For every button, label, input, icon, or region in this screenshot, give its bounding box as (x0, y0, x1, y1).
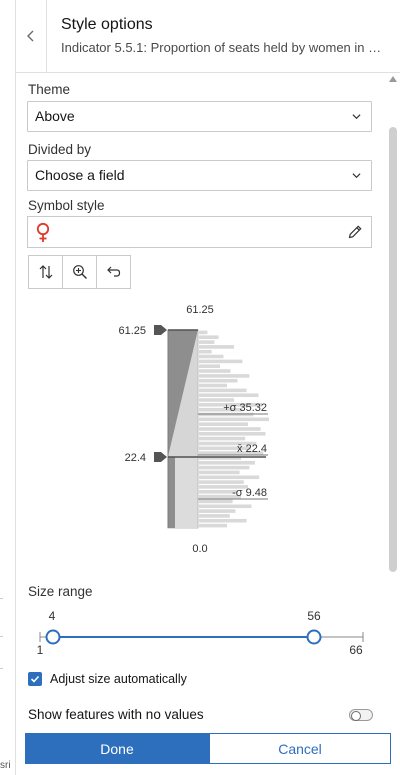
panel-title: Style options (61, 16, 153, 33)
pencil-icon[interactable] (347, 224, 363, 240)
histogram-bar (199, 393, 259, 397)
histogram-bar (199, 436, 246, 441)
histogram-bar (199, 335, 219, 339)
divider (0, 636, 3, 637)
chevron-down-icon (352, 173, 361, 179)
histogram-bar (199, 427, 261, 431)
histogram-bar (199, 383, 227, 388)
histogram-bar (199, 364, 220, 368)
divided-by-select-value: Choose a field (35, 167, 125, 183)
histogram-min-value: 0.0 (192, 543, 207, 555)
histogram-slider: 61.25 61.25 22.4 +σ 35.32 x̄ 22.4 -σ 9.4… (118, 304, 269, 555)
swap-vertical-icon (39, 265, 52, 279)
histogram-bar (199, 349, 212, 354)
histogram-bar (199, 354, 224, 359)
slider-max-thumb[interactable] (306, 629, 322, 645)
histogram-bar (199, 417, 269, 422)
histogram-bar (199, 369, 231, 373)
behind-attribution-text: sri (0, 760, 11, 771)
theme-label: Theme (28, 82, 71, 97)
histogram-bar (199, 340, 215, 344)
no-values-label: Show features with no values (28, 707, 204, 722)
theme-select-value: Above (35, 108, 75, 124)
chevron-left-icon (27, 30, 34, 42)
zoom-button[interactable] (63, 256, 97, 288)
symbol-style-label: Symbol style (28, 198, 105, 213)
cancel-button[interactable]: Cancel (209, 733, 391, 764)
mean-label: x̄ 22.4 (237, 443, 267, 455)
symbol-style-selector[interactable] (27, 216, 372, 248)
done-button[interactable]: Done (25, 733, 209, 764)
check-icon (30, 675, 40, 683)
ramp-lower-bar (168, 457, 175, 528)
histogram-bar (199, 470, 240, 475)
histogram-bar (199, 345, 234, 349)
histogram-bar (199, 422, 248, 426)
histogram-bar (199, 330, 208, 335)
histogram-bar (199, 388, 247, 393)
histogram-toolbar (28, 255, 131, 289)
female-symbol-icon (36, 222, 50, 242)
theme-select[interactable]: Above (27, 101, 372, 132)
divider (0, 668, 3, 669)
histogram-bar (199, 518, 247, 523)
adjust-size-label: Adjust size automatically (50, 672, 187, 686)
chevron-down-icon (352, 114, 361, 120)
histogram-bar (199, 504, 252, 509)
zoom-in-icon (72, 265, 87, 279)
slider-min-thumb[interactable] (45, 629, 61, 645)
histogram-bar (199, 374, 250, 378)
undo-button[interactable] (97, 256, 130, 288)
top-handle-value: 61.25 (118, 325, 146, 337)
size-max-value: 56 (307, 609, 321, 623)
histogram-bar (199, 499, 233, 504)
histogram-bar (199, 475, 260, 480)
plus-sigma-label: +σ 35.32 (223, 402, 267, 414)
histogram-bar (199, 432, 266, 436)
panel-header: Style options Indicator 5.5.1: Proportio… (16, 0, 400, 73)
invert-button[interactable] (29, 256, 63, 288)
bottom-handle[interactable] (154, 452, 167, 462)
histogram-bar (199, 523, 227, 528)
histogram-bar (199, 465, 250, 470)
toggle-knob (351, 711, 361, 721)
back-button[interactable] (16, 0, 47, 72)
adjust-size-row: Adjust size automatically (28, 672, 187, 686)
scroll-up-arrow-icon[interactable] (389, 76, 397, 82)
range-min-label: 1 (37, 643, 44, 657)
size-min-value: 4 (49, 609, 56, 623)
histogram-bar (199, 514, 230, 518)
style-options-panel: Style options Indicator 5.5.1: Proportio… (15, 0, 400, 775)
histogram-bar (199, 461, 255, 465)
adjust-size-checkbox[interactable] (28, 672, 42, 686)
divider (0, 598, 3, 599)
no-values-toggle[interactable] (349, 709, 373, 721)
histogram-bar (199, 509, 236, 513)
divided-by-label: Divided by (28, 142, 92, 157)
histogram-bar (199, 359, 243, 364)
scrollbar-thumb[interactable] (389, 127, 397, 572)
size-range-label: Size range (28, 584, 93, 599)
histogram-max-value: 61.25 (186, 304, 214, 316)
bottom-handle-value: 22.4 (125, 452, 146, 464)
size-range-slider: 4 56 1 66 (37, 609, 364, 657)
undo-icon (106, 266, 120, 277)
histogram-bar (199, 480, 244, 484)
panel-scrollbar[interactable] (386, 72, 400, 592)
panel-subtitle: Indicator 5.5.1: Proportion of seats hel… (61, 40, 386, 55)
range-max-label: 66 (349, 643, 363, 657)
top-handle[interactable] (154, 325, 167, 335)
histogram-bar (199, 378, 238, 383)
minus-sigma-label: -σ 9.48 (232, 487, 267, 499)
divided-by-select[interactable]: Choose a field (27, 160, 372, 191)
